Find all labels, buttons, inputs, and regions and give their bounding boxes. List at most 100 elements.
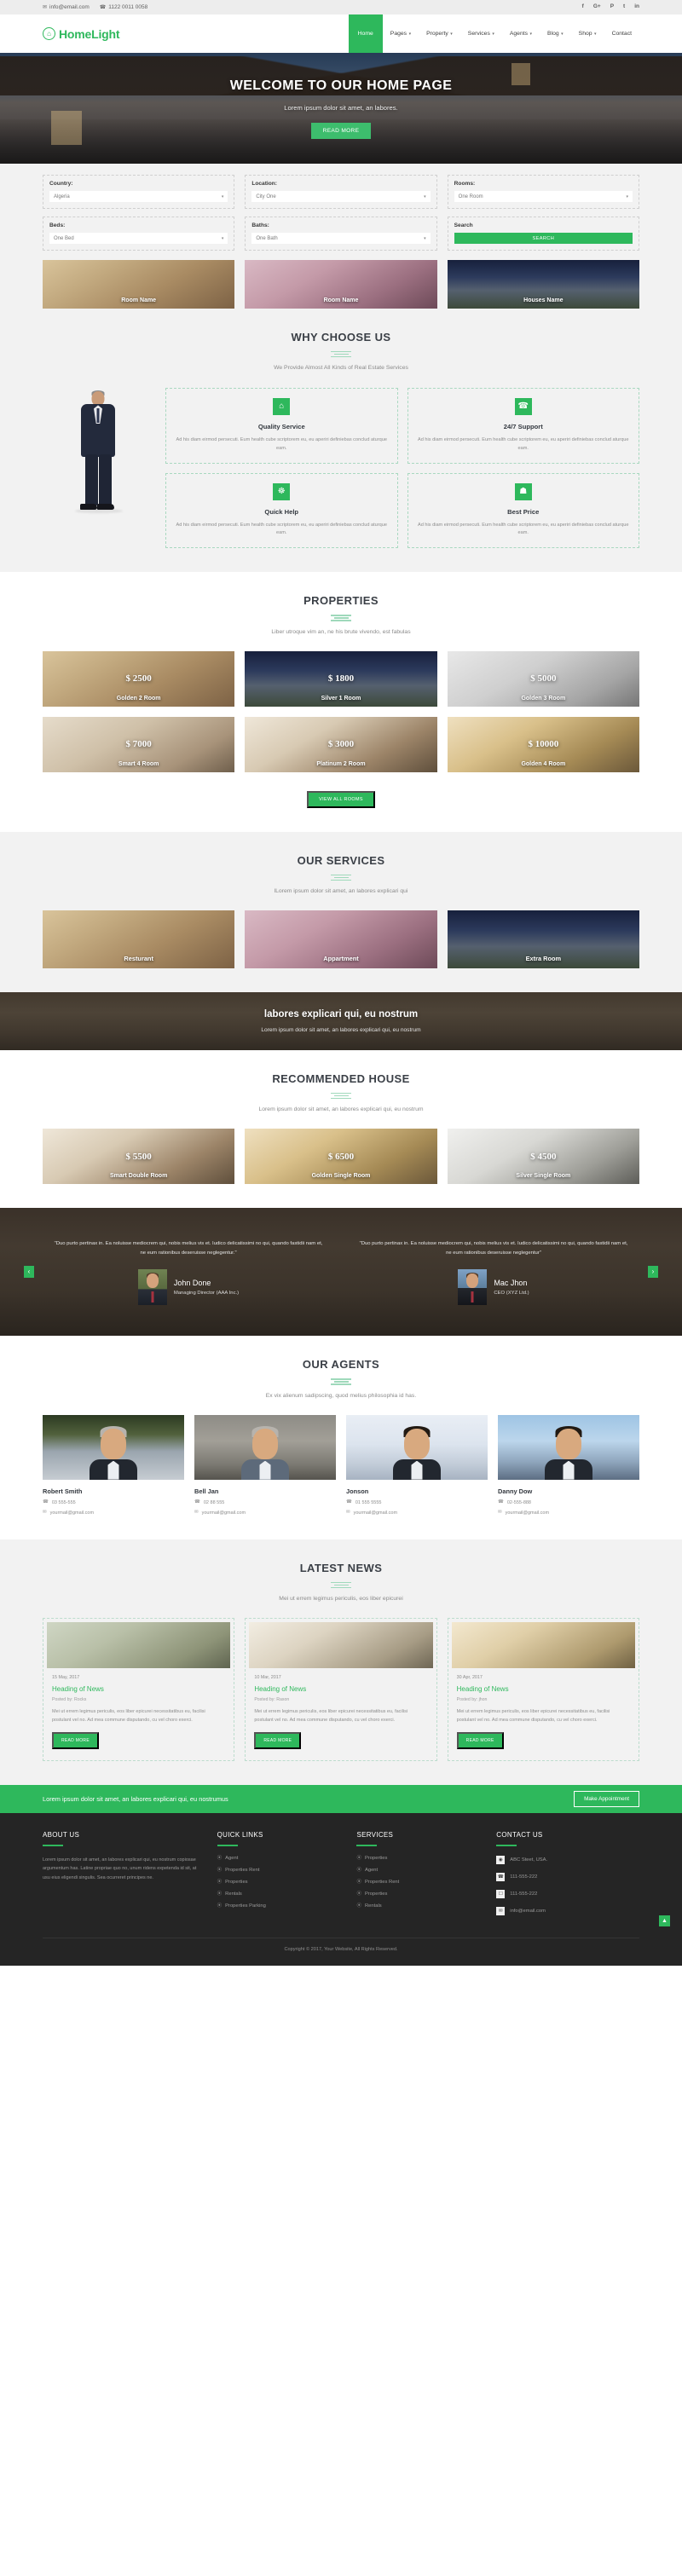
label-baths: Baths:: [251, 222, 269, 228]
property-card[interactable]: $ 1800 Silver 1 Room: [245, 650, 437, 707]
footer-link[interactable]: ⦿ Properties Rent: [356, 1880, 481, 1885]
recommended-card[interactable]: $ 4500 Silver Single Room: [447, 1129, 639, 1185]
property-card[interactable]: $ 3000 Platinum 2 Room: [245, 716, 437, 772]
why-card-quick-help[interactable]: ☸ Quick Help Ad his diam eirmod persecut…: [165, 472, 398, 549]
footer-link[interactable]: ⦿ Agent: [356, 1868, 481, 1873]
select-location[interactable]: City One ▾: [251, 191, 431, 202]
news-read-more-button[interactable]: READ MORE: [52, 1732, 99, 1750]
title-divider: [331, 615, 351, 621]
footer-contact-email[interactable]: ✉ info@email.com: [496, 1907, 639, 1916]
teaser-card[interactable]: Houses Name: [447, 260, 639, 309]
recommended-name: Silver Single Room: [516, 1173, 571, 1180]
select-rooms-value: One Room: [458, 193, 483, 199]
news-read-more-button[interactable]: READ MORE: [456, 1732, 504, 1750]
agent-photo: [194, 1414, 336, 1480]
agent-email[interactable]: ✉ yourmail@gmail.com: [498, 1510, 639, 1515]
select-country[interactable]: Algeria ▾: [49, 191, 228, 202]
select-beds[interactable]: One Bed ▾: [49, 233, 228, 244]
nav-item-pages[interactable]: Pages ▾: [383, 14, 419, 53]
twitter-icon[interactable]: t: [623, 4, 625, 10]
nav-item-contact[interactable]: Contact: [604, 14, 639, 53]
testimonial-avatar: [458, 1268, 488, 1305]
service-card[interactable]: Extra Room: [447, 910, 639, 968]
testimonial-avatar: [137, 1268, 167, 1305]
linkedin-icon[interactable]: in: [634, 4, 639, 10]
nav-item-services[interactable]: Services ▾: [460, 14, 502, 53]
recommended-card[interactable]: $ 5500 Smart Double Room: [43, 1129, 235, 1185]
search-field-location: Location: City One ▾: [245, 175, 437, 209]
make-appointment-button[interactable]: Make Appointment: [574, 1791, 639, 1808]
footer-link[interactable]: ⦿ Properties: [217, 1880, 342, 1885]
agent-card[interactable]: Jonson ☎ 01 555 5555 ✉ yourmail@gmail.co…: [346, 1414, 488, 1516]
chevron-down-icon: ▾: [529, 31, 533, 37]
nav-item-home[interactable]: Home: [348, 14, 383, 53]
why-card-best-price[interactable]: ☗ Best Price Ad his diam eirmod persecut…: [407, 472, 639, 549]
property-card[interactable]: $ 2500 Golden 2 Room: [43, 650, 235, 707]
property-card[interactable]: $ 5000 Golden 3 Room: [447, 650, 639, 707]
agent-card[interactable]: Bell Jan ☎ 02 88 555 ✉ yourmail@gmail.co…: [194, 1414, 336, 1516]
phone-icon: ☎: [99, 4, 107, 10]
view-all-rooms-button[interactable]: VIEW ALL ROOMS: [307, 790, 375, 808]
agent-phone: ☎ 02 88 555: [194, 1499, 336, 1505]
news-thumbnail: [47, 1622, 231, 1669]
property-name: Silver 1 Room: [321, 695, 361, 702]
footer-link[interactable]: ⦿ Rentals: [356, 1903, 481, 1909]
topbar-phone[interactable]: ☎ 1122 0011 0058: [100, 4, 148, 10]
news-card[interactable]: 30 Apr, 2017 Heading of News Posted by: …: [447, 1618, 639, 1762]
footer-link[interactable]: ⦿ Properties: [356, 1856, 481, 1861]
select-rooms[interactable]: One Room ▾: [454, 191, 633, 202]
footer-link[interactable]: ⦿ Agent: [217, 1856, 342, 1861]
property-card[interactable]: $ 10000 Golden 4 Room: [447, 716, 639, 772]
footer-link[interactable]: ⦿ Properties: [356, 1892, 481, 1897]
service-card[interactable]: Appartment: [245, 910, 437, 968]
title-divider: [331, 351, 351, 358]
hero-read-more-button[interactable]: READ MORE: [310, 122, 372, 139]
testimonial-next-button[interactable]: ›: [648, 1266, 658, 1279]
teaser-card[interactable]: Room Name: [245, 260, 437, 309]
pinterest-icon[interactable]: P: [610, 4, 614, 10]
section-subtitle: We Provide Almost All Kinds of Real Esta…: [274, 365, 408, 372]
footer-link[interactable]: ⦿ Rentals: [217, 1892, 342, 1897]
lifebuoy-icon: ☸: [273, 482, 291, 500]
footer-link[interactable]: ⦿ Properties Rent: [217, 1868, 342, 1873]
agent-card[interactable]: Danny Dow ☎ 02-555-888 ✉ yourmail@gmail.…: [498, 1414, 639, 1516]
agent-email[interactable]: ✉ yourmail@gmail.com: [43, 1510, 184, 1516]
why-card-quality-service[interactable]: ⌂ Quality Service Ad his diam eirmod per…: [165, 388, 398, 464]
service-card[interactable]: Resturant: [43, 910, 235, 968]
news-heading[interactable]: Heading of News: [52, 1685, 225, 1693]
agent-card[interactable]: Robert Smith ☎ 03 555-555 ✉ yourmail@gma…: [43, 1414, 184, 1516]
testimonial-prev-button[interactable]: ‹: [24, 1266, 34, 1279]
news-read-more-button[interactable]: READ MORE: [254, 1732, 302, 1750]
teaser-card[interactable]: Room Name: [43, 260, 235, 309]
nav-item-agents[interactable]: Agents ▾: [502, 14, 540, 53]
footer-link[interactable]: ⦿ Properties Parking: [217, 1903, 342, 1909]
search-button[interactable]: SEARCH: [454, 233, 633, 244]
select-baths[interactable]: One Bath ▾: [251, 233, 431, 244]
back-to-top-button[interactable]: ▲: [659, 1915, 670, 1927]
topbar-email[interactable]: ✉ info@email.com: [43, 4, 90, 10]
news-card[interactable]: 15 May, 2017 Heading of News Posted by: …: [43, 1618, 235, 1762]
agent-email[interactable]: ✉ yourmail@gmail.com: [194, 1510, 336, 1515]
news-heading[interactable]: Heading of News: [457, 1685, 630, 1693]
nav-item-property[interactable]: Property ▾: [419, 14, 460, 53]
facebook-icon[interactable]: f: [582, 4, 584, 10]
nav-item-shop[interactable]: Shop ▾: [571, 14, 604, 53]
recommended-name: Smart Double Room: [110, 1173, 168, 1180]
phone-icon: ☎: [194, 1499, 200, 1505]
brand-logo[interactable]: ⌂ HomeLight: [43, 14, 120, 53]
why-card-support[interactable]: ☎ 24/7 Support Ad his diam eirmod persec…: [407, 388, 639, 464]
page-root: ✉ info@email.com ☎ 1122 0011 0058 f G+ P…: [0, 0, 682, 1967]
google-plus-icon[interactable]: G+: [593, 4, 601, 10]
news-date: 10 Mar, 2017: [254, 1675, 281, 1681]
why-card-title: Best Price: [507, 507, 540, 516]
recommended-card[interactable]: $ 6500 Golden Single Room: [245, 1129, 437, 1185]
news-heading[interactable]: Heading of News: [254, 1685, 427, 1693]
agent-email[interactable]: ✉ yourmail@gmail.com: [346, 1510, 488, 1515]
label-search: Search: [454, 222, 473, 228]
search-field-country: Country: Algeria ▾: [43, 175, 235, 209]
news-card[interactable]: 10 Mar, 2017 Heading of News Posted by: …: [245, 1618, 437, 1762]
property-card[interactable]: $ 7000 Smart 4 Room: [43, 716, 235, 772]
agent-email-text: yourmail@gmail.com: [49, 1510, 95, 1516]
nav-item-blog[interactable]: Blog ▾: [540, 14, 571, 53]
why-card-text: Ad his diam eirmod persecuti. Eum health…: [417, 437, 629, 451]
